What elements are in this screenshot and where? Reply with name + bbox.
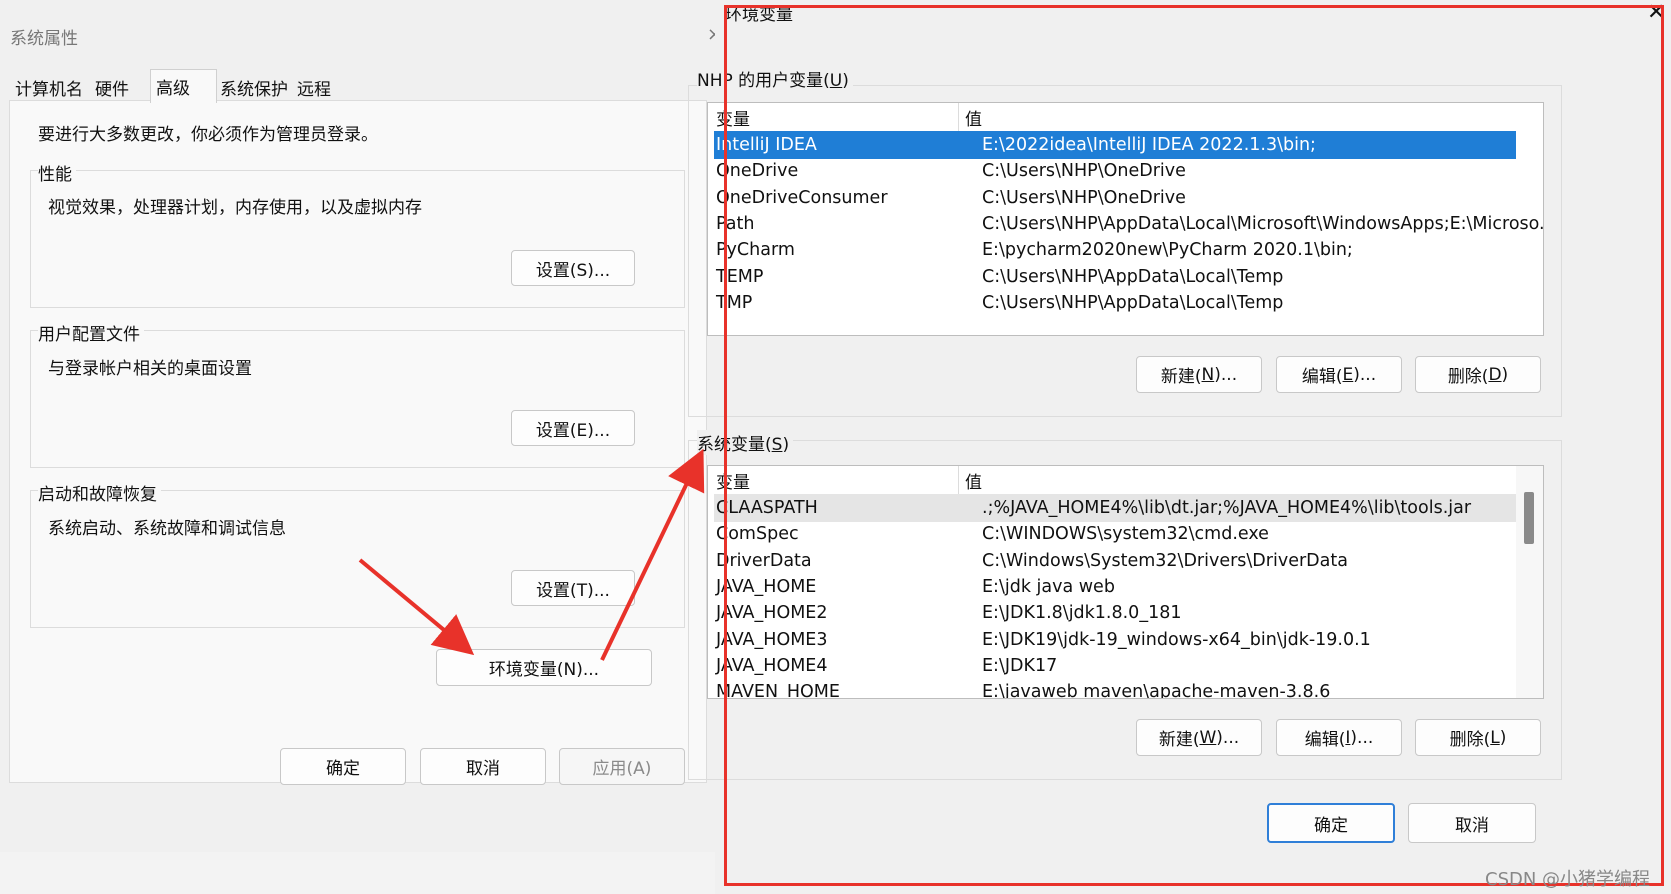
arrow-to-system-variables (600, 448, 705, 661)
arrow-to-env-button (358, 558, 475, 656)
watermark: CSDN @小猪学编程 (1485, 869, 1651, 890)
annotation-arrows (358, 448, 705, 661)
